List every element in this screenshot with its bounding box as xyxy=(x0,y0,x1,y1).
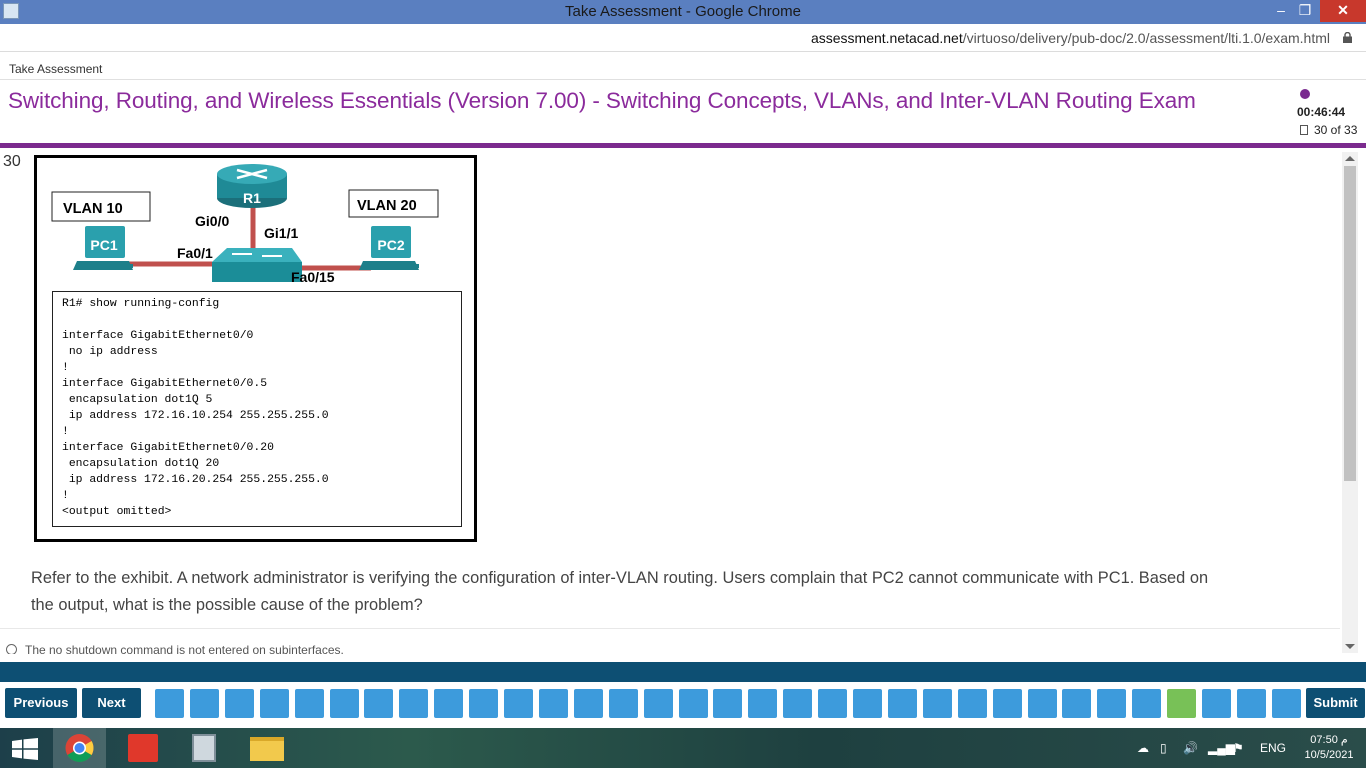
question-nav-square[interactable] xyxy=(608,689,638,718)
address-bar[interactable]: assessment.netacad.net/virtuoso/delivery… xyxy=(0,24,1366,52)
question-nav-square[interactable] xyxy=(155,689,184,718)
question-nav-square[interactable] xyxy=(853,689,882,718)
office-lens-icon[interactable] xyxy=(128,734,158,762)
question-nav-square[interactable] xyxy=(294,689,324,718)
pc2-label: PC2 xyxy=(377,237,404,253)
question-nav-square[interactable] xyxy=(713,689,743,718)
notification-icon[interactable]: ⚑ xyxy=(1233,741,1244,755)
url-text[interactable]: assessment.netacad.net/virtuoso/delivery… xyxy=(811,30,1330,46)
previous-button[interactable]: Previous xyxy=(5,688,77,718)
router-label: R1 xyxy=(243,190,261,206)
minimize-button[interactable]: – xyxy=(1268,0,1294,22)
document-icon xyxy=(1300,125,1308,135)
port-fa0-15-label: Fa0/15 xyxy=(291,269,335,285)
timer: 00:46:44 xyxy=(1297,105,1346,119)
port-gi1-1-label: Gi1/1 xyxy=(264,225,298,241)
question-nav-square[interactable] xyxy=(1271,689,1301,718)
vertical-scrollbar[interactable] xyxy=(1342,152,1358,653)
vlan10-label: VLAN 10 xyxy=(63,201,123,217)
question-nav-square[interactable] xyxy=(469,689,499,718)
question-nav-square[interactable] xyxy=(957,689,987,718)
clock-icon xyxy=(1300,89,1310,99)
port-fa0-1-label: Fa0/1 xyxy=(177,245,213,261)
system-clock[interactable]: 07:50 م 10/5/2021 xyxy=(1296,733,1362,763)
header-divider xyxy=(0,79,1366,80)
question-nav-square[interactable] xyxy=(922,689,952,718)
breadcrumb: Take Assessment xyxy=(9,62,103,76)
running-config-output: R1# show running-config interface Gigabi… xyxy=(52,291,462,527)
question-nav-square[interactable] xyxy=(329,689,359,718)
lock-icon xyxy=(1343,32,1352,43)
scrollbar-thumb[interactable] xyxy=(1344,166,1356,481)
question-nav-square[interactable] xyxy=(783,689,813,718)
question-nav-square[interactable] xyxy=(678,689,708,718)
question-nav-square[interactable] xyxy=(887,689,917,718)
question-nav-square[interactable] xyxy=(818,689,848,718)
clock-date: 10/5/2021 xyxy=(1304,749,1354,761)
question-nav-square[interactable] xyxy=(748,689,778,718)
scroll-down-arrow-icon[interactable] xyxy=(1345,644,1355,649)
language-indicator[interactable]: ENG xyxy=(1260,741,1286,755)
url-host: assessment.netacad.net xyxy=(810,30,963,46)
windows-start-icon[interactable] xyxy=(12,738,38,760)
question-nav-square[interactable] xyxy=(992,689,1022,718)
signal-icon[interactable]: ▂▄▆ xyxy=(1208,741,1235,755)
question-nav-square[interactable] xyxy=(1132,689,1162,718)
header-accent-bar xyxy=(0,143,1366,148)
radio-button[interactable] xyxy=(6,644,17,654)
network-warning-icon[interactable]: ☁ xyxy=(1137,741,1149,755)
question-nav-square[interactable] xyxy=(1167,689,1197,718)
window-title: Take Assessment - Google Chrome xyxy=(565,3,801,20)
question-nav-square[interactable] xyxy=(1202,689,1231,718)
question-nav-square[interactable] xyxy=(364,689,394,718)
exhibit-image: R1 PC1 PC2 VLAN 10 VLAN 20 Gi0/0 Gi1/1 F… xyxy=(34,155,477,542)
switch-icon xyxy=(212,248,302,282)
file-explorer-icon[interactable] xyxy=(250,737,284,761)
clock-time: 07:50 م xyxy=(1310,734,1348,746)
question-nav-square[interactable] xyxy=(434,689,464,718)
question-nav-square[interactable] xyxy=(399,689,429,718)
question-nav-square[interactable] xyxy=(1062,689,1092,718)
question-nav-square[interactable] xyxy=(189,689,219,718)
window-titlebar: Take Assessment - Google Chrome – ❐ ✕ xyxy=(0,0,1366,24)
scroll-up-arrow-icon[interactable] xyxy=(1345,156,1355,161)
calculator-icon[interactable] xyxy=(192,734,216,762)
restore-button[interactable]: ❐ xyxy=(1292,0,1318,22)
question-nav-square[interactable] xyxy=(1027,689,1057,718)
answer-option[interactable]: The no shutdown command is not entered o… xyxy=(6,643,1336,654)
question-progress: 30 of 33 xyxy=(1300,123,1357,137)
question-nav-square[interactable] xyxy=(259,689,289,718)
question-nav-square[interactable] xyxy=(643,689,673,718)
exam-title: Switching, Routing, and Wireless Essenti… xyxy=(8,88,1196,113)
answer-option-label: The no shutdown command is not entered o… xyxy=(25,643,344,654)
question-divider xyxy=(0,628,1340,629)
chrome-taskbar-button[interactable] xyxy=(53,728,106,768)
close-button[interactable]: ✕ xyxy=(1320,0,1366,22)
question-number: 30 xyxy=(3,153,21,170)
submit-button[interactable]: Submit xyxy=(1306,688,1365,718)
question-nav-square[interactable] xyxy=(573,689,603,718)
question-nav-square[interactable] xyxy=(1236,689,1266,718)
question-progress-text: 30 of 33 xyxy=(1314,123,1358,137)
next-button[interactable]: Next xyxy=(82,688,141,718)
question-nav-square[interactable] xyxy=(224,689,254,718)
url-path: /virtuoso/delivery/pub-doc/2.0/assessmen… xyxy=(962,30,1330,46)
question-nav-square[interactable] xyxy=(1097,689,1127,718)
question-nav-square[interactable] xyxy=(538,689,568,718)
nav-divider-bar xyxy=(0,662,1366,682)
question-text: Refer to the exhibit. A network administ… xyxy=(31,569,1209,614)
battery-icon[interactable]: ▯ xyxy=(1160,741,1167,755)
chrome-icon xyxy=(65,734,94,762)
pc1-label: PC1 xyxy=(90,237,117,253)
vlan20-label: VLAN 20 xyxy=(357,198,417,214)
question-nav-square[interactable] xyxy=(504,689,533,718)
volume-icon[interactable]: 🔊 xyxy=(1183,741,1198,755)
port-gi0-0-label: Gi0/0 xyxy=(195,213,229,229)
